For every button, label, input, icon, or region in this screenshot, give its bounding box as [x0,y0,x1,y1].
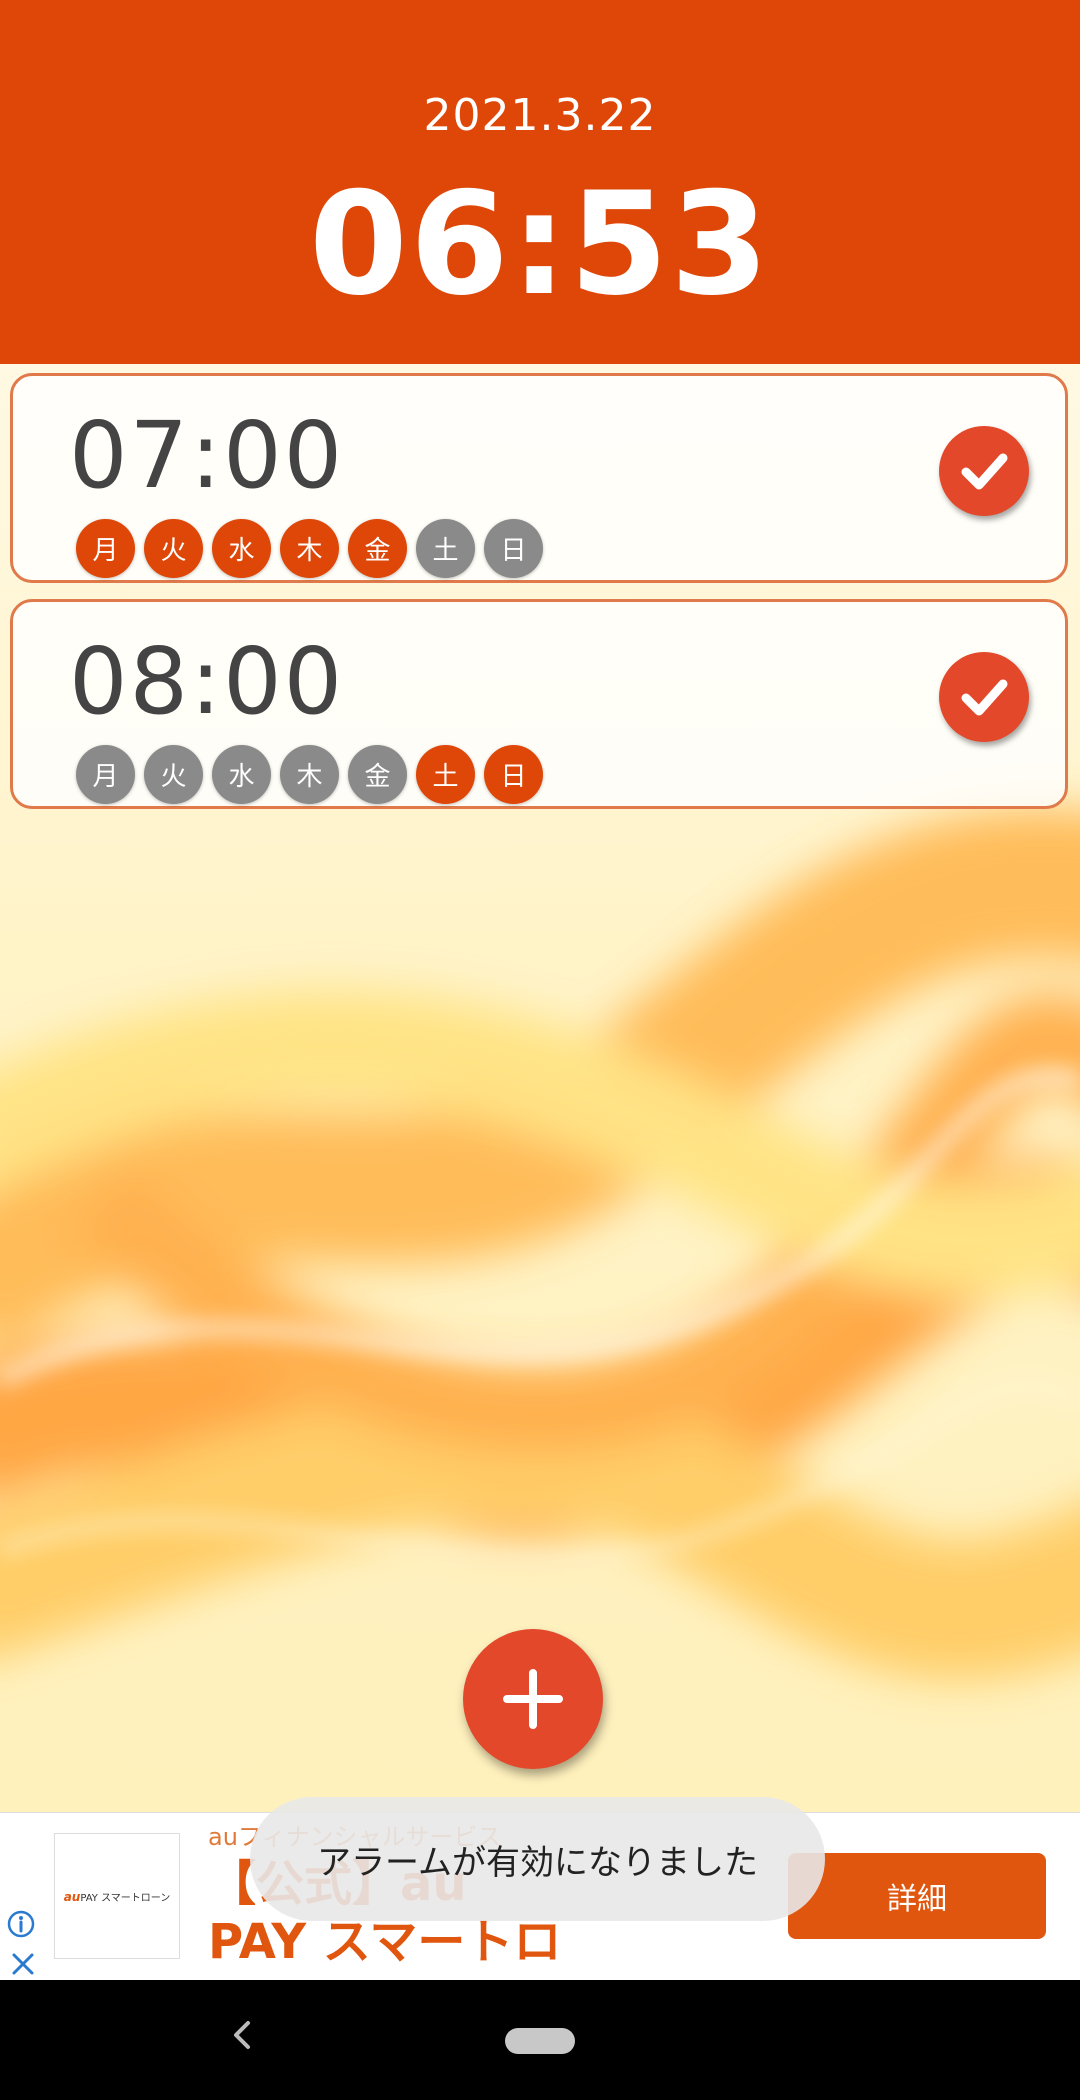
home-handle[interactable] [505,2028,575,2054]
alarm-enabled-toggle[interactable] [939,426,1029,516]
ad-logo-text: auPAY スマートローン [63,1889,171,1904]
current-date: 2021.3.22 [423,90,657,141]
day-sun-toggle[interactable]: 日 [484,745,543,804]
day-sun-toggle[interactable]: 日 [484,519,543,578]
day-mon-toggle[interactable]: 月 [76,519,135,578]
alarm-card[interactable]: 08:00 月 火 水 木 金 土 日 [10,599,1068,809]
alarm-time[interactable]: 07:00 [69,406,344,506]
alarm-card[interactable]: 07:00 月 火 水 木 金 土 日 [10,373,1068,583]
add-alarm-button[interactable] [463,1629,603,1769]
back-icon[interactable] [226,2005,256,2065]
plus-icon [503,1669,563,1729]
day-sat-toggle[interactable]: 土 [416,745,475,804]
day-thu-toggle[interactable]: 木 [280,519,339,578]
checkmark-icon [961,453,1008,490]
alarm-days: 月 火 水 木 金 土 日 [76,519,543,578]
day-tue-toggle[interactable]: 火 [144,519,203,578]
ad-details-button[interactable]: 詳細 [788,1853,1046,1939]
toast-message: アラームが有効になりました [250,1797,825,1921]
alarm-time[interactable]: 08:00 [69,632,344,732]
alarm-days: 月 火 水 木 金 土 日 [76,745,543,804]
clock-header: 2021.3.22 06:53 [0,0,1080,364]
day-wed-toggle[interactable]: 水 [212,519,271,578]
day-thu-toggle[interactable]: 木 [280,745,339,804]
system-navigation-bar [0,1980,1080,2100]
current-time: 06:53 [308,162,771,327]
day-fri-toggle[interactable]: 金 [348,745,407,804]
day-tue-toggle[interactable]: 火 [144,745,203,804]
close-icon[interactable] [8,1949,38,1979]
info-icon[interactable] [6,1909,36,1939]
ad-logo[interactable]: auPAY スマートローン [54,1833,180,1959]
alarm-enabled-toggle[interactable] [939,652,1029,742]
checkmark-icon [961,679,1008,716]
day-mon-toggle[interactable]: 月 [76,745,135,804]
day-wed-toggle[interactable]: 水 [212,745,271,804]
day-sat-toggle[interactable]: 土 [416,519,475,578]
day-fri-toggle[interactable]: 金 [348,519,407,578]
